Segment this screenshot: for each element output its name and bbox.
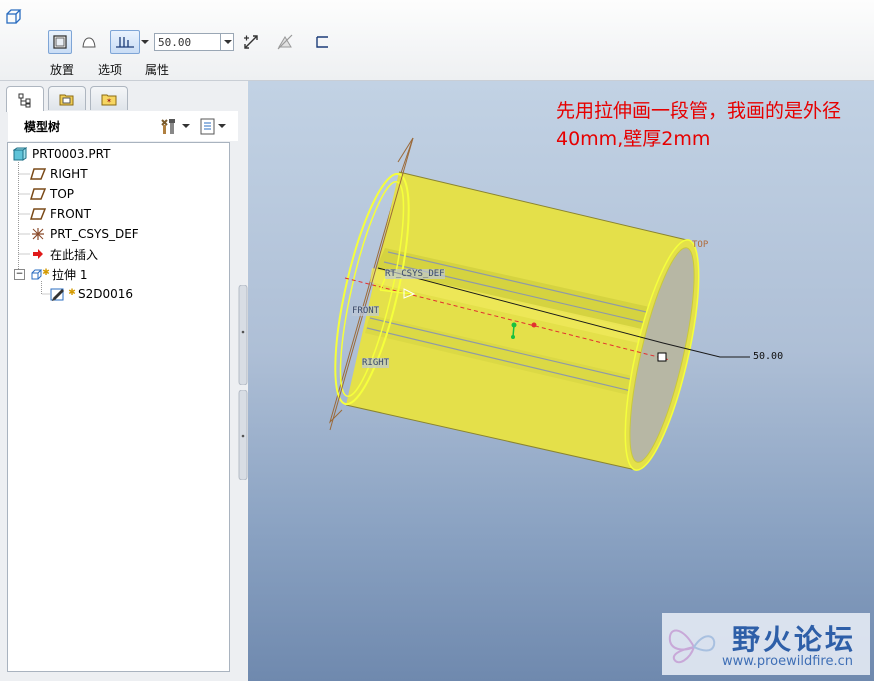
remove-material-icon <box>277 34 293 50</box>
tab-favorites[interactable]: ✶ <box>90 86 128 110</box>
coordinate-system-icon <box>32 228 44 240</box>
model-tree: PRT0003.PRT RIGHT TOP FRONT PRT_CSYS_DEF… <box>7 142 230 672</box>
model-tree-icon <box>18 93 31 107</box>
depth-dimension-value[interactable]: 50.00 <box>753 351 783 362</box>
tab-properties[interactable]: 属性 <box>145 61 169 78</box>
flip-direction-button[interactable] <box>239 30 263 54</box>
svg-text:✱: ✱ <box>42 268 50 278</box>
tree-node-top[interactable]: TOP <box>30 185 74 203</box>
solid-button[interactable] <box>48 30 72 54</box>
show-menu-button[interactable] <box>198 116 232 136</box>
tree-node-csys[interactable]: PRT_CSYS_DEF <box>30 225 139 243</box>
tree-node-extrude[interactable]: − ✱ 拉伸 1 <box>14 265 87 283</box>
model-tree-title: 模型树 <box>24 120 61 134</box>
datum-label-front[interactable]: FRONT <box>352 306 380 316</box>
tree-node-part[interactable]: PRT0003.PRT <box>12 145 110 163</box>
favorites-folder-icon: ✶ <box>101 94 117 105</box>
caret-down-icon <box>218 124 226 128</box>
tree-node-right[interactable]: RIGHT <box>30 165 88 183</box>
solid-icon <box>53 35 67 49</box>
tab-model-tree[interactable] <box>6 86 44 112</box>
datum-plane-icon <box>30 208 46 220</box>
sketch-icon: ✱ <box>50 288 76 301</box>
insert-arrow-icon <box>33 249 43 259</box>
caret-down-icon <box>141 40 149 44</box>
feature-icon[interactable] <box>2 4 26 28</box>
tree-node-front[interactable]: FRONT <box>30 205 91 223</box>
watermark-title: 野火论坛 <box>732 623 857 656</box>
tab-folder-browser[interactable] <box>48 86 86 110</box>
depth-drag-handle[interactable] <box>657 352 667 362</box>
datum-label-top[interactable]: TOP <box>692 240 708 250</box>
panel-splitter-lower[interactable] <box>238 389 248 481</box>
depth-value-dropdown[interactable] <box>220 33 234 51</box>
datum-label-right[interactable]: RIGHT <box>362 358 390 368</box>
extrude-feature-icon: ✱ <box>31 268 50 280</box>
list-options-icon <box>200 118 215 135</box>
panel-splitter[interactable] <box>238 284 248 386</box>
remove-material-button[interactable] <box>273 30 297 54</box>
tab-placement[interactable]: 放置 <box>50 61 74 78</box>
svg-text:✶: ✶ <box>106 97 112 105</box>
tree-node-sketch[interactable]: ✱ S2D0016 <box>50 285 133 303</box>
surface-button[interactable] <box>77 30 101 54</box>
settings-menu-button[interactable] <box>158 116 192 136</box>
depth-option-dropdown[interactable] <box>140 32 150 52</box>
model-graphics <box>328 137 750 471</box>
svg-text:✱: ✱ <box>68 288 76 298</box>
blind-depth-icon <box>116 37 134 48</box>
tools-icon <box>161 119 175 134</box>
thicken-sketch-button[interactable] <box>310 30 334 54</box>
annotation-text: 先用拉伸画一段管，我画的是外径40mm,壁厚2mm <box>556 100 842 150</box>
watermark-url: www.proewildfire.cn <box>722 654 853 669</box>
flip-arrow-icon <box>244 35 258 49</box>
depth-option-button[interactable] <box>110 30 140 54</box>
graphics-viewport[interactable]: TOP RT_CSYS_DEF FRONT RIGHT 50.00 <box>248 81 874 681</box>
tab-options[interactable]: 选项 <box>98 61 122 78</box>
datum-plane-icon <box>30 188 46 200</box>
collapse-toggle[interactable]: − <box>14 268 25 280</box>
thicken-icon <box>316 36 328 48</box>
caret-down-icon <box>182 124 190 128</box>
surface-icon <box>82 37 96 48</box>
datum-plane-icon <box>30 168 46 180</box>
tree-node-insert-here[interactable]: 在此插入 <box>30 245 98 263</box>
butterfly-logo-icon <box>668 629 716 664</box>
caret-down-icon <box>223 40 232 44</box>
part-icon <box>13 147 27 161</box>
csys-label[interactable]: RT_CSYS_DEF <box>385 269 445 279</box>
folder-browser-icon <box>59 94 74 105</box>
extrude-dashboard: 放置 选项 属性 <box>0 0 874 81</box>
